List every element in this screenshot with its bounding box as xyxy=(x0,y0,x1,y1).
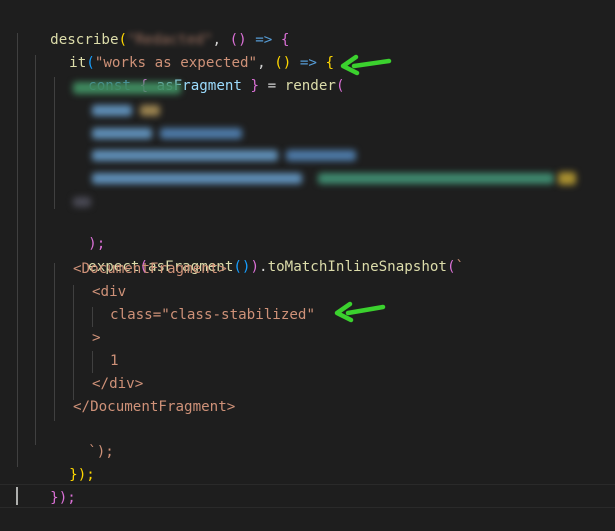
indent-guide xyxy=(92,307,93,327)
redacted-code-line xyxy=(92,128,152,139)
paren: ) xyxy=(250,259,260,275)
indent-guide xyxy=(73,285,74,400)
indent-guide xyxy=(92,351,93,373)
code-line-render: const { asFragment } = render( xyxy=(54,53,344,94)
code-line-describe: describe("Redacted", () => { xyxy=(16,7,289,48)
call-parens: () xyxy=(233,259,251,275)
code-line-render-close: ); xyxy=(54,211,105,252)
redacted-code-line xyxy=(92,173,302,184)
snapshot-fragment-open: <DocumentFragment> xyxy=(73,261,227,277)
text-caret xyxy=(16,487,18,505)
snapshot-div-open: <div xyxy=(92,284,127,300)
snapshot-class-attr: class="class-stabilized" xyxy=(110,307,315,323)
snapshot-end: `); xyxy=(54,419,114,460)
redacted-code-line xyxy=(92,150,278,161)
green-arrow-icon xyxy=(340,54,392,76)
snapshot-div-close: </div> xyxy=(92,376,144,392)
redacted-code-line xyxy=(73,197,91,207)
redacted-code-line xyxy=(286,150,356,161)
snapshot-content: 1 xyxy=(110,353,119,369)
code-line-it-close: }); xyxy=(35,442,95,483)
to-match-inline-snapshot: toMatchInlineSnapshot xyxy=(267,259,447,275)
redacted-code-line xyxy=(140,105,160,116)
brace: } xyxy=(250,78,260,94)
snapshot-fragment-close: </DocumentFragment> xyxy=(73,399,236,415)
redacted-code-line xyxy=(558,172,576,185)
code-editor[interactable]: describe("Redacted", () => { it("works a… xyxy=(0,0,615,519)
code-line-it: it("works as expected", () => { xyxy=(35,30,334,71)
render-call: render xyxy=(284,78,336,94)
paren: ( xyxy=(446,259,456,275)
indent-guide xyxy=(17,33,18,467)
current-line-highlight xyxy=(0,484,615,508)
redacted-code-line xyxy=(73,82,181,94)
redacted-code-line xyxy=(92,105,132,116)
redacted-code-line xyxy=(160,128,242,139)
code-line-expect: expect(asFragment()).toMatchInlineSnapsh… xyxy=(54,234,464,275)
paren: ( xyxy=(335,78,345,94)
dot: . xyxy=(259,259,268,275)
green-arrow-icon xyxy=(334,301,386,323)
redacted-code-line xyxy=(318,173,554,184)
template-backtick: ` xyxy=(455,259,465,275)
snapshot-div-gt: > xyxy=(92,330,101,346)
equals: = xyxy=(267,78,277,94)
indent-guide xyxy=(35,55,36,445)
